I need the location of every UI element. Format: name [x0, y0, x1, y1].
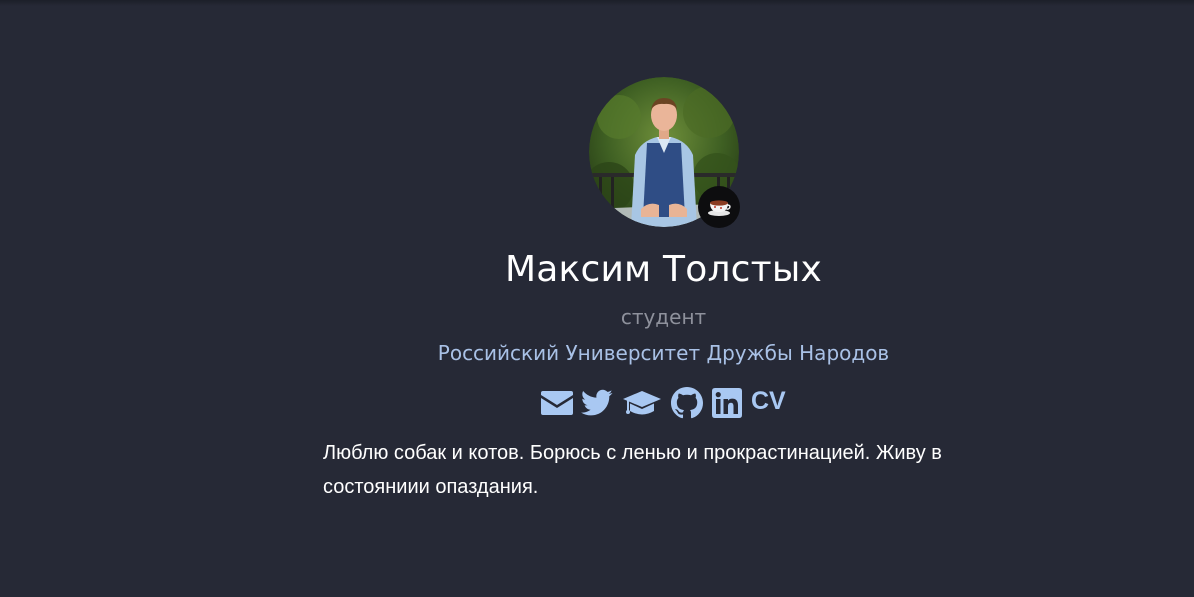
- profile-role: студент: [620, 305, 707, 329]
- linkedin-link[interactable]: [712, 388, 742, 418]
- github-link[interactable]: [671, 387, 703, 419]
- avatar-container: [589, 77, 740, 228]
- twitter-link[interactable]: [581, 389, 613, 417]
- profile-bio: Люблю собак и котов. Борюсь с ленью и пр…: [323, 442, 942, 498]
- graduation-cap-icon: [623, 391, 661, 415]
- scholar-link[interactable]: [622, 388, 662, 418]
- profile-organization: Российский Университет Дружбы Народов: [437, 341, 890, 365]
- github-icon: [671, 387, 703, 419]
- status-badge: [698, 186, 740, 228]
- email-link[interactable]: [540, 389, 574, 417]
- top-shadow: [0, 0, 1194, 6]
- cv-link[interactable]: CV: [751, 386, 786, 416]
- twitter-icon: [581, 389, 613, 416]
- teacup-icon: [708, 200, 731, 216]
- envelope-icon: [541, 391, 573, 415]
- profile-name: Максим Толстых: [505, 249, 822, 290]
- linkedin-icon: [712, 388, 742, 418]
- social-links: CV: [540, 386, 786, 420]
